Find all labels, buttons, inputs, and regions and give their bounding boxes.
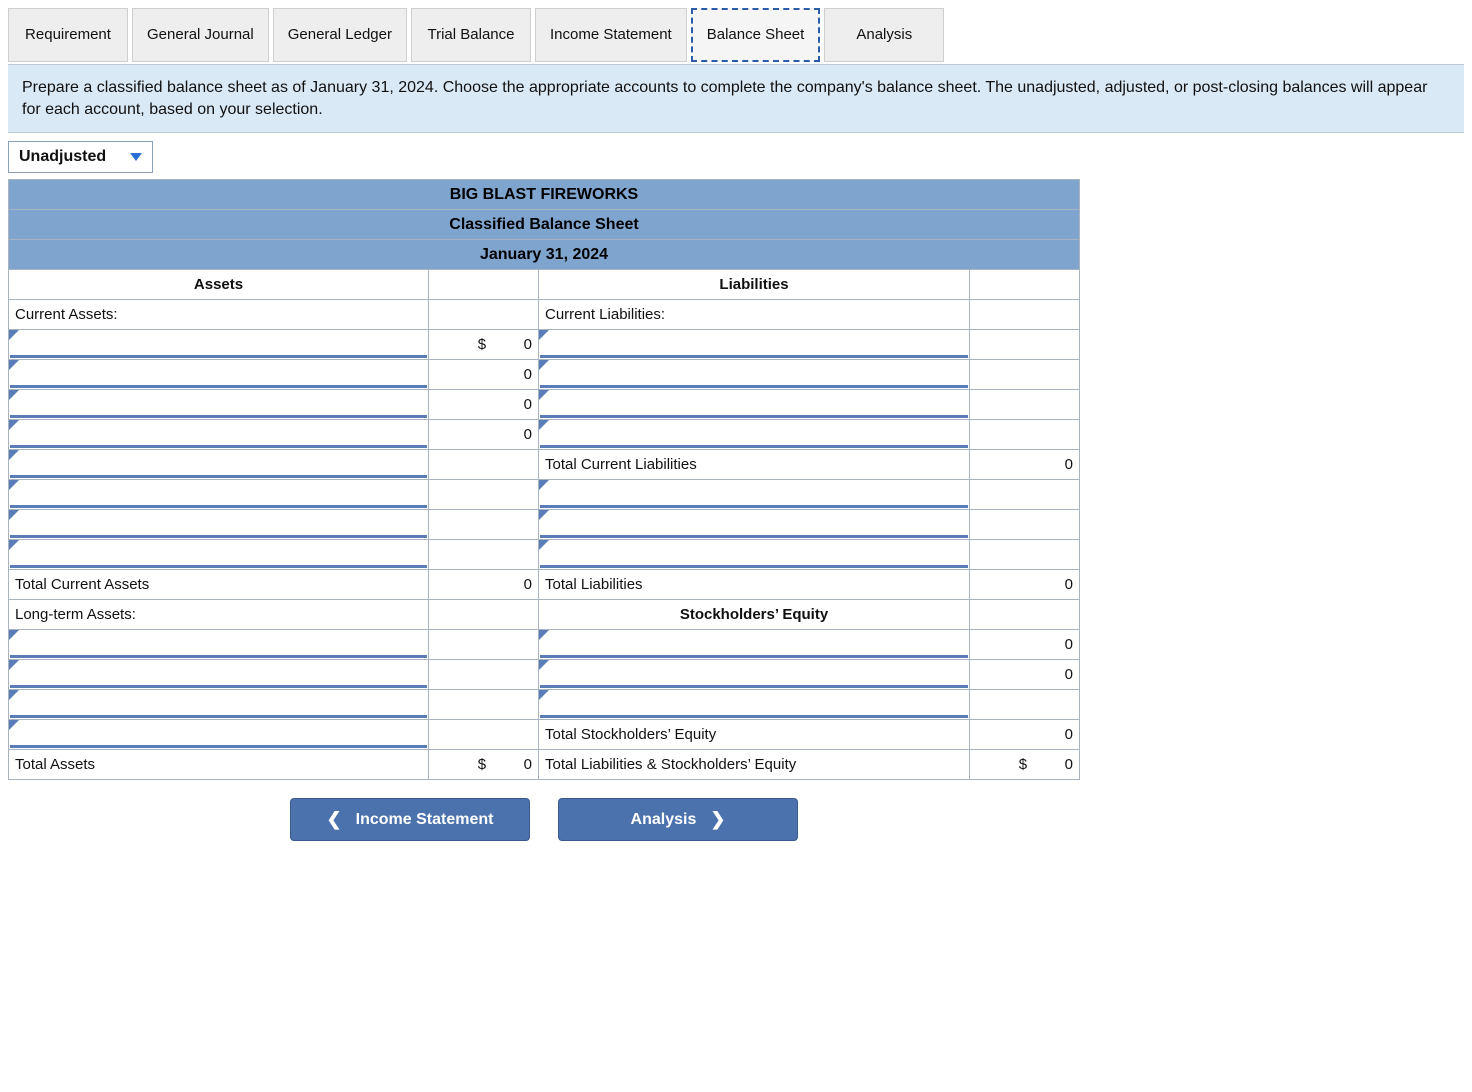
next-tab-button[interactable]: Analysis ❯ <box>558 798 798 841</box>
statement-date: January 31, 2024 <box>9 240 1080 270</box>
current-liabilities-label: Current Liabilities: <box>539 300 970 330</box>
asset-account-select-4[interactable] <box>9 420 429 450</box>
liability-account-select-5[interactable] <box>539 480 970 510</box>
stockholders-equity-heading: Stockholders’ Equity <box>539 600 970 630</box>
tab-trial-balance[interactable]: Trial Balance <box>411 8 531 62</box>
equity-account-select-2[interactable] <box>539 660 970 690</box>
tab-general-journal[interactable]: General Journal <box>132 8 269 62</box>
total-current-liabilities-label: Total Current Liabilities <box>539 450 970 480</box>
lt-asset-account-select-2[interactable] <box>9 660 429 690</box>
next-tab-label: Analysis <box>631 811 697 829</box>
prev-tab-label: Income Statement <box>356 811 494 829</box>
nav-footer: ❮ Income Statement Analysis ❯ <box>8 798 1080 841</box>
lt-asset-account-select-1[interactable] <box>9 630 429 660</box>
liabilities-heading: Liabilities <box>539 270 970 300</box>
assets-heading: Assets <box>9 270 429 300</box>
total-liabilities-equity-label: Total Liabilities & Stockholders’ Equity <box>539 750 970 780</box>
current-assets-label: Current Assets: <box>9 300 429 330</box>
chevron-down-icon <box>130 153 142 161</box>
equity-account-select-3[interactable] <box>539 690 970 720</box>
tab-requirement[interactable]: Requirement <box>8 8 128 62</box>
liability-account-select-1[interactable] <box>539 330 970 360</box>
liability-account-select-6[interactable] <box>539 510 970 540</box>
tab-balance-sheet[interactable]: Balance Sheet <box>691 8 821 62</box>
liability-account-select-4[interactable] <box>539 420 970 450</box>
lt-asset-account-select-4[interactable] <box>9 720 429 750</box>
asset-account-select-6[interactable] <box>9 480 429 510</box>
asset-account-select-3[interactable] <box>9 390 429 420</box>
asset-account-select-8[interactable] <box>9 540 429 570</box>
total-stockholders-equity-label: Total Stockholders’ Equity <box>539 720 970 750</box>
asset-account-select-5[interactable] <box>9 450 429 480</box>
asset-account-select-1[interactable] <box>9 330 429 360</box>
liability-account-select-7[interactable] <box>539 540 970 570</box>
instructions-panel: Prepare a classified balance sheet as of… <box>8 65 1464 133</box>
tab-income-statement[interactable]: Income Statement <box>535 8 687 62</box>
asset-account-select-2[interactable] <box>9 360 429 390</box>
tab-analysis[interactable]: Analysis <box>824 8 944 62</box>
lt-asset-account-select-3[interactable] <box>9 690 429 720</box>
chevron-left-icon: ❮ <box>327 809 342 830</box>
prev-tab-button[interactable]: ❮ Income Statement <box>290 798 530 841</box>
balance-sheet-table: BIG BLAST FIREWORKS Classified Balance S… <box>8 179 1080 780</box>
total-liabilities-label: Total Liabilities <box>539 570 970 600</box>
dropdown-selected-label: Unadjusted <box>19 148 106 166</box>
chevron-right-icon: ❯ <box>710 809 725 830</box>
total-assets-label: Total Assets <box>9 750 429 780</box>
company-name: BIG BLAST FIREWORKS <box>9 180 1080 210</box>
asset-account-select-7[interactable] <box>9 510 429 540</box>
statement-title: Classified Balance Sheet <box>9 210 1080 240</box>
liability-account-select-2[interactable] <box>539 360 970 390</box>
long-term-assets-label: Long-term Assets: <box>9 600 429 630</box>
tab-bar: Requirement General Journal General Ledg… <box>8 8 1464 65</box>
liability-account-select-3[interactable] <box>539 390 970 420</box>
tab-general-ledger[interactable]: General Ledger <box>273 8 407 62</box>
total-current-assets-label: Total Current Assets <box>9 570 429 600</box>
balance-type-dropdown[interactable]: Unadjusted <box>8 141 153 173</box>
equity-account-select-1[interactable] <box>539 630 970 660</box>
